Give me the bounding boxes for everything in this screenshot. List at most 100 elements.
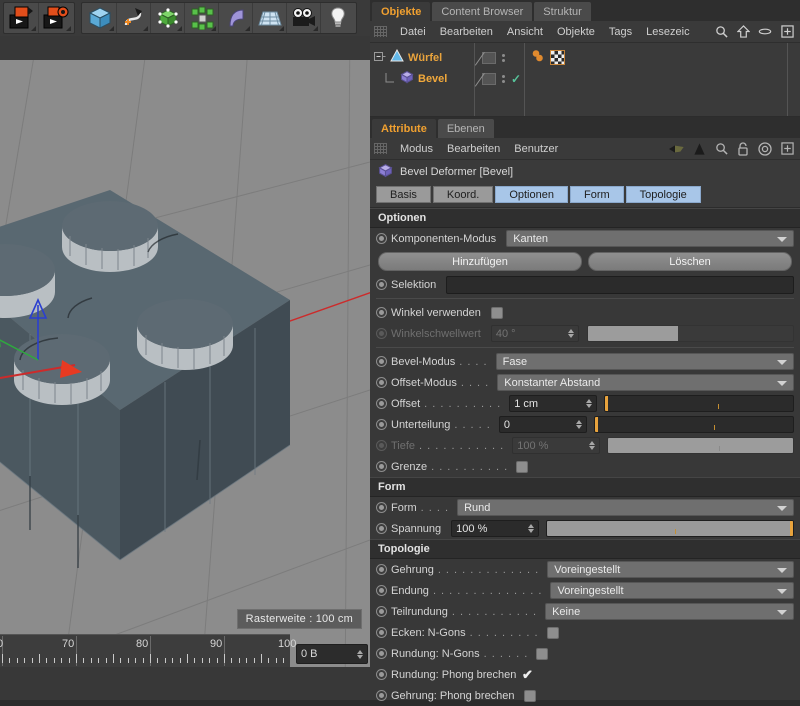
anim-dot-icon[interactable] bbox=[376, 419, 387, 430]
row-teilrundung[interactable]: Teilrundung . . . . . . . . . . . Keine bbox=[370, 601, 800, 622]
visibility-toggle-icon[interactable] bbox=[482, 52, 496, 64]
panel-grip-icon[interactable] bbox=[374, 26, 387, 37]
menu-tags[interactable]: Tags bbox=[602, 21, 639, 43]
checker-texture-tag[interactable] bbox=[550, 50, 565, 65]
search-icon[interactable] bbox=[713, 24, 729, 40]
spline-pen-icon[interactable] bbox=[117, 3, 151, 33]
tab-attribute[interactable]: Attribute bbox=[372, 119, 436, 138]
object-name-bevel[interactable]: Bevel bbox=[418, 73, 447, 85]
checkbox-rundung-phong[interactable]: ✔ bbox=[520, 668, 534, 682]
menu-ansicht[interactable]: Ansicht bbox=[500, 21, 550, 43]
checkbox-ecken-ngons[interactable] bbox=[547, 627, 559, 639]
row-rundung-phong[interactable]: Rundung: Phong brechen ✔ bbox=[370, 664, 800, 685]
anim-dot-icon[interactable] bbox=[376, 356, 387, 367]
home-icon[interactable] bbox=[735, 24, 751, 40]
dropdown-gehrung[interactable]: Voreingestellt bbox=[547, 561, 794, 578]
generator-icon[interactable] bbox=[151, 3, 185, 33]
slider-unterteilung[interactable] bbox=[594, 416, 794, 433]
tab-content-browser[interactable]: Content Browser bbox=[432, 2, 532, 21]
visibility-dots-icon[interactable] bbox=[502, 75, 505, 83]
visibility-row-wuerfel[interactable] bbox=[475, 47, 524, 68]
anim-dot-icon[interactable] bbox=[376, 377, 387, 388]
anim-dot-icon[interactable] bbox=[376, 461, 387, 472]
subtab-form[interactable]: Form bbox=[570, 186, 624, 203]
dropdown-form[interactable]: Rund bbox=[457, 499, 794, 516]
anim-dot-icon[interactable] bbox=[376, 648, 387, 659]
panel-grip-icon[interactable] bbox=[374, 143, 387, 154]
anim-dot-icon[interactable] bbox=[376, 233, 387, 244]
slider-offset[interactable] bbox=[604, 395, 794, 412]
row-rundung-ngons[interactable]: Rundung: N-Gons . . . . . . bbox=[370, 643, 800, 664]
stepper-icon[interactable] bbox=[528, 524, 534, 533]
stepper-icon[interactable] bbox=[576, 420, 582, 429]
row-selektion[interactable]: Selektion bbox=[370, 274, 800, 295]
add-layer-icon[interactable] bbox=[779, 24, 795, 40]
visibility-dots-icon[interactable] bbox=[502, 54, 505, 62]
add-button[interactable]: Hinzufügen bbox=[378, 252, 582, 271]
delete-button[interactable]: Löschen bbox=[588, 252, 792, 271]
anim-dot-icon[interactable] bbox=[376, 279, 387, 290]
stepper-icon[interactable] bbox=[586, 399, 592, 408]
row-bevel-modus[interactable]: Bevel-Modus . . . . Fase bbox=[370, 351, 800, 372]
deformer-enabled-check-icon[interactable]: ✓ bbox=[511, 72, 521, 86]
tab-objekte[interactable]: Objekte bbox=[372, 2, 430, 21]
anim-dot-icon[interactable] bbox=[376, 606, 387, 617]
dropdown-komponenten-modus[interactable]: Kanten bbox=[506, 230, 794, 247]
slider-spannung[interactable] bbox=[546, 520, 794, 537]
tab-ebenen[interactable]: Ebenen bbox=[438, 119, 494, 138]
lock-icon[interactable] bbox=[735, 141, 751, 157]
subtab-basis[interactable]: Basis bbox=[376, 186, 431, 203]
undo-view-icon[interactable] bbox=[5, 3, 39, 33]
search-icon[interactable] bbox=[713, 141, 729, 157]
subtab-optionen[interactable]: Optionen bbox=[495, 186, 568, 203]
row-offset[interactable]: Offset . . . . . . . . . . 1 cm bbox=[370, 393, 800, 414]
array-icon[interactable] bbox=[185, 3, 219, 33]
eye-icon[interactable] bbox=[757, 24, 773, 40]
anim-dot-icon[interactable] bbox=[376, 523, 387, 534]
field-spannung[interactable]: 100 % bbox=[451, 520, 539, 537]
anim-dot-icon[interactable] bbox=[376, 690, 387, 701]
row-unterteilung[interactable]: Unterteilung . . . . . 0 bbox=[370, 414, 800, 435]
checkbox-grenze[interactable] bbox=[516, 461, 528, 473]
dropdown-bevel-modus[interactable]: Fase bbox=[496, 353, 794, 370]
light-bulb-icon[interactable] bbox=[321, 3, 355, 33]
target-icon[interactable] bbox=[757, 141, 773, 157]
anim-dot-icon[interactable] bbox=[376, 502, 387, 513]
checkbox-rundung-ngons[interactable] bbox=[536, 648, 548, 660]
object-name-wuerfel[interactable]: Würfel bbox=[408, 52, 442, 64]
menu-objekte[interactable]: Objekte bbox=[550, 21, 602, 43]
object-row-bevel[interactable]: Bevel bbox=[370, 68, 474, 89]
anim-dot-icon[interactable] bbox=[376, 398, 387, 409]
menu-datei[interactable]: Datei bbox=[393, 21, 433, 43]
anim-dot-icon[interactable] bbox=[376, 564, 387, 575]
tab-struktur[interactable]: Struktur bbox=[534, 2, 591, 21]
menu-lesezeichen[interactable]: Lesezeic bbox=[639, 21, 696, 43]
menu-bearbeiten[interactable]: Bearbeiten bbox=[440, 138, 507, 160]
dropdown-offset-modus[interactable]: Konstanter Abstand bbox=[497, 374, 794, 391]
row-gehrung[interactable]: Gehrung . . . . . . . . . . . . . Vorein… bbox=[370, 559, 800, 580]
tag-row-wuerfel[interactable] bbox=[530, 47, 787, 68]
row-form[interactable]: Form . . . . Rund bbox=[370, 497, 800, 518]
row-winkel-verwenden[interactable]: Winkel verwenden bbox=[370, 302, 800, 323]
material-tag-icon[interactable] bbox=[530, 49, 546, 67]
dropdown-teilrundung[interactable]: Keine bbox=[545, 603, 794, 620]
object-manager-tree[interactable]: Würfel Bevel bbox=[370, 43, 800, 117]
memory-stepper-icon[interactable] bbox=[357, 650, 363, 659]
deformer-bend-icon[interactable] bbox=[219, 3, 253, 33]
anim-dot-icon[interactable] bbox=[376, 669, 387, 680]
object-manager-scrollbar[interactable] bbox=[788, 43, 800, 116]
scene-grid-icon[interactable] bbox=[253, 3, 287, 33]
menu-benutzer[interactable]: Benutzer bbox=[507, 138, 565, 160]
dropdown-endung[interactable]: Voreingestellt bbox=[550, 582, 794, 599]
checkbox-winkel-verwenden[interactable] bbox=[491, 307, 503, 319]
visibility-toggle-icon[interactable] bbox=[482, 73, 496, 85]
memory-usage-field[interactable]: 0 B bbox=[296, 644, 368, 664]
anim-dot-icon[interactable] bbox=[376, 585, 387, 596]
field-offset[interactable]: 1 cm bbox=[509, 395, 597, 412]
row-offset-modus[interactable]: Offset-Modus . . . . Konstanter Abstand bbox=[370, 372, 800, 393]
subtab-topologie[interactable]: Topologie bbox=[626, 186, 701, 203]
anim-dot-icon[interactable] bbox=[376, 627, 387, 638]
anim-dot-icon[interactable] bbox=[376, 307, 387, 318]
3d-viewport[interactable]: Rasterweite : 100 cm 0 70 80 90 100 0 B bbox=[0, 60, 370, 667]
menu-modus[interactable]: Modus bbox=[393, 138, 440, 160]
